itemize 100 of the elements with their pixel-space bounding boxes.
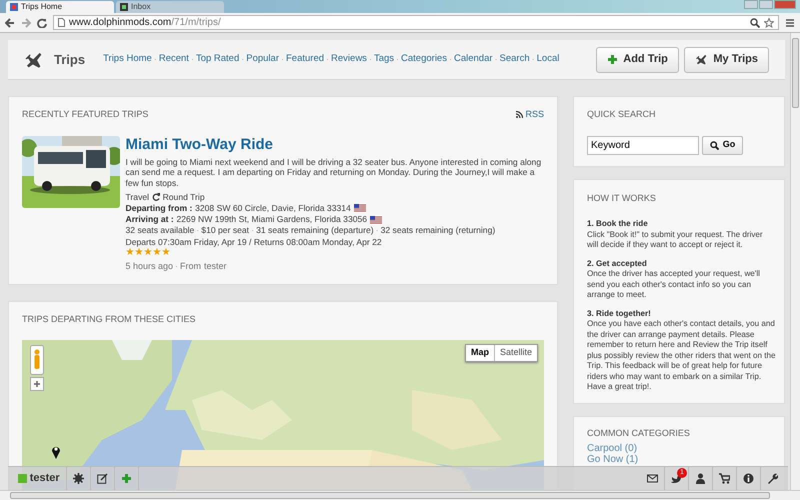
trip-fact: 32 seats remaining (returning) xyxy=(380,225,496,237)
star-icon[interactable] xyxy=(764,18,774,28)
separator-dot: · xyxy=(532,52,535,66)
separator-dot: · xyxy=(196,225,200,237)
address-text: 3208 SW 60 Circle, Davie, Florida 33314 xyxy=(195,202,351,214)
address-text: 2269 NW 199th St, Miami Gardens, Florida 33056 xyxy=(176,214,368,226)
nav-link[interactable]: Recent xyxy=(158,52,189,67)
edit-icon[interactable] xyxy=(96,473,108,484)
go-button[interactable]: Go xyxy=(702,136,744,154)
map-type-button[interactable]: Map xyxy=(466,345,495,361)
my-trips-button[interactable]: My Trips xyxy=(684,46,769,72)
add-trip-button[interactable]: Add Trip xyxy=(596,46,679,72)
timestamp: 5 hours ago xyxy=(126,261,174,273)
category-link[interactable]: Carpool (0) xyxy=(587,443,638,454)
step-text: Once you have each other's contact details, you and the driver can arrange payment details. Please remember to return here and Review the Trip itself plus possibly review the other riders that went on the Trip. This feedback will be of great help for future riders who may want to embark on a similar Trip. Have a great trip!. xyxy=(587,319,776,392)
zoom-icon[interactable] xyxy=(750,18,760,28)
separator-dot: · xyxy=(396,52,400,66)
section-heading: RECENTLY FEATURED TRIPS xyxy=(22,108,148,121)
section-heading: TRIPS DEPARTING FROM THESE CITIES xyxy=(22,312,197,326)
nav-link[interactable]: Top Rated xyxy=(196,52,240,67)
search-field[interactable]: Keyword xyxy=(587,136,699,154)
separator-dot: · xyxy=(175,261,178,273)
star-icon: ★ xyxy=(162,248,170,258)
separator-dot: · xyxy=(281,52,284,66)
menu-icon[interactable] xyxy=(785,18,795,28)
flag-icon xyxy=(354,204,366,212)
page-icon xyxy=(58,18,65,27)
field-label: Arriving at : xyxy=(126,214,174,226)
nav-link[interactable]: Local xyxy=(536,52,560,67)
settings-icon[interactable] xyxy=(72,473,84,484)
category-link[interactable]: Travel xyxy=(126,192,150,203)
category-link[interactable]: Go Now (1) xyxy=(587,454,638,466)
favicon-icon xyxy=(10,3,18,11)
trip-fact: 32 seats available xyxy=(126,225,194,237)
horizontal-scrollbar[interactable] xyxy=(0,490,800,500)
address-field[interactable]: www.dolphinmods.com/71/m/trips/ xyxy=(53,15,779,30)
separator-dot: · xyxy=(190,52,194,66)
star-icon: ★ xyxy=(134,248,144,258)
separator-dot: · xyxy=(326,52,330,66)
browser-tab[interactable]: Inbox xyxy=(116,1,224,13)
step-title: 2. Get accepted xyxy=(587,258,648,270)
separator-dot: · xyxy=(368,52,372,66)
status-indicator xyxy=(18,474,27,483)
trip-fact: 31 seats remaining (departure) xyxy=(256,225,374,237)
section-heading: QUICK SEARCH xyxy=(587,108,657,121)
nav-link[interactable]: Calendar xyxy=(454,52,493,67)
favicon-icon xyxy=(120,3,128,11)
vertical-scrollbar[interactable] xyxy=(790,33,800,490)
tab-title: Inbox xyxy=(131,1,151,13)
nav-link[interactable]: Tags xyxy=(374,52,394,67)
separator-dot: · xyxy=(241,52,244,66)
back-icon[interactable] xyxy=(5,18,15,28)
step-text: Once the driver has accepted your request, we'll send you each other's contact info so you can arrange to meet. xyxy=(587,269,760,300)
step-text: Click "Book it!" to submit your request. The driver will decide if they want to accept or reject it. xyxy=(587,230,763,250)
separator-dot: · xyxy=(376,225,379,237)
username-link[interactable]: tester xyxy=(30,470,60,487)
nav-link[interactable]: Categories xyxy=(401,52,447,67)
step-title: 1. Book the ride xyxy=(587,219,649,230)
step-title: 3. Ride together! xyxy=(587,308,652,320)
star-icon: ★ xyxy=(126,248,134,258)
nav-link[interactable]: Popular xyxy=(246,52,279,67)
map-pin-icon[interactable] xyxy=(51,444,61,460)
nav-link[interactable]: Search xyxy=(500,52,530,67)
search-icon xyxy=(710,140,719,150)
wrench-icon[interactable] xyxy=(767,473,778,484)
nav-link[interactable]: Trips Home xyxy=(103,52,152,67)
trip-description: I will be going to Miami next weekend and I will be driving a 32 seater bus. Anyone interested in coming along can send me a request. I am departing on Friday and returning on Monday. During the Journey,I will make a few fun stops. xyxy=(126,156,542,189)
separator-dot: · xyxy=(251,225,254,237)
trip-title[interactable]: Miami Two-Way Ride xyxy=(126,136,544,154)
refresh-icon xyxy=(152,193,160,202)
info-icon[interactable] xyxy=(743,473,754,484)
trip-fact: $10 per seat xyxy=(201,225,250,237)
field-label: Departing from : xyxy=(126,202,192,214)
nav-link[interactable]: Reviews xyxy=(331,52,367,67)
plus-icon xyxy=(607,54,618,65)
section-heading: COMMON CATEGORIES xyxy=(587,426,691,440)
author-link[interactable]: tester xyxy=(204,261,227,273)
browser-tab[interactable]: Trips Home xyxy=(6,1,114,13)
section-heading: HOW IT WORKS xyxy=(587,192,657,204)
trip-schedule: Departs 07:30am Friday, Apr 19 / Returns 08:00am Monday, Apr 22 xyxy=(126,236,383,248)
from-label: From xyxy=(180,261,202,273)
map-type-button[interactable]: Satellite xyxy=(494,345,537,361)
rss-link[interactable]: RSS xyxy=(516,108,544,122)
tab-title: Trips Home xyxy=(21,1,62,13)
zoom-in-button[interactable] xyxy=(30,377,44,392)
separator-dot: · xyxy=(494,52,498,66)
separator-dot: · xyxy=(448,52,452,66)
separator-dot: · xyxy=(154,52,157,66)
rss-icon xyxy=(516,111,523,118)
star-icon: ★ xyxy=(144,248,152,258)
trip-type-link[interactable]: Round Trip xyxy=(162,192,205,203)
person-icon[interactable] xyxy=(695,473,706,484)
reload-icon[interactable] xyxy=(37,18,47,28)
nav-link[interactable]: Featured xyxy=(286,52,324,67)
star-icon: ★ xyxy=(152,248,162,258)
flag-icon xyxy=(370,216,382,224)
cart-icon[interactable] xyxy=(719,473,730,484)
site-title: Trips xyxy=(54,50,86,69)
mail-icon[interactable] xyxy=(647,473,658,484)
plane-icon xyxy=(695,53,708,66)
